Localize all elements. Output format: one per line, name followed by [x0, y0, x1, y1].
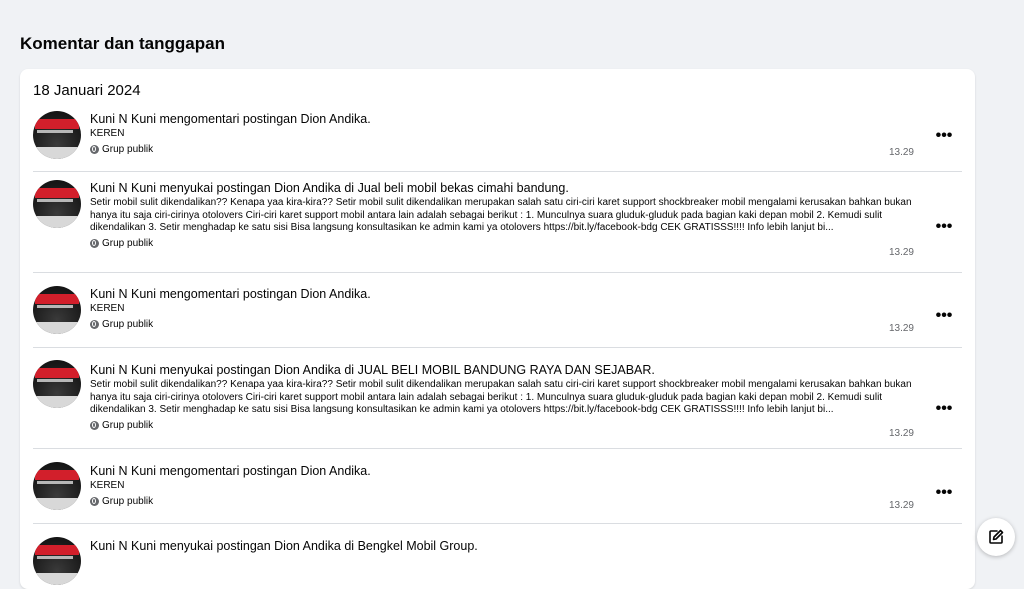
- post-author-name[interactable]: Dion Andika: [301, 112, 368, 126]
- activity-content: Kuni N Kuni menyukai postingan Dion Andi…: [90, 538, 914, 554]
- group-name[interactable]: Bengkel Mobil Group: [358, 539, 475, 553]
- activity-headline: Kuni N Kuni mengomentari postingan Dion …: [90, 286, 914, 302]
- post-author-name[interactable]: Dion Andika: [274, 181, 341, 195]
- actor-name[interactable]: Kuni N Kuni: [90, 287, 156, 301]
- post-author-name[interactable]: Dion Andika: [274, 363, 341, 377]
- activity-headline: Kuni N Kuni menyukai postingan Dion Andi…: [90, 362, 914, 378]
- activity-end: .: [651, 363, 655, 377]
- more-options-icon[interactable]: •••: [934, 485, 954, 501]
- privacy-label: Grup publik: [90, 238, 914, 249]
- activity-connector: di: [340, 539, 358, 553]
- activity-action: menyukai postingan: [156, 363, 275, 377]
- activity-headline: Kuni N Kuni mengomentari postingan Dion …: [90, 463, 914, 479]
- globe-icon: [90, 497, 99, 506]
- more-options-icon[interactable]: •••: [934, 128, 954, 144]
- activity-time: 13.29: [888, 500, 914, 511]
- activity-action: mengomentari postingan: [156, 287, 301, 301]
- activity-time: 13.29: [888, 323, 914, 334]
- activity-end: .: [565, 181, 569, 195]
- activity-action: mengomentari postingan: [156, 112, 301, 126]
- activity-end: .: [367, 112, 371, 126]
- activity-headline: Kuni N Kuni menyukai postingan Dion Andi…: [90, 538, 914, 554]
- post-author-name[interactable]: Dion Andika: [301, 464, 368, 478]
- globe-icon: [90, 238, 99, 248]
- activity-action: menyukai postingan: [156, 539, 275, 553]
- activity-time: 13.29: [888, 147, 914, 158]
- activity-content: Kuni N Kuni mengomentari postingan Dion …: [90, 286, 914, 330]
- activity-item[interactable]: Kuni N Kuni menyukai postingan Dion Andi…: [33, 172, 962, 273]
- comment-text: KEREN: [90, 480, 125, 491]
- actor-name[interactable]: Kuni N Kuni: [90, 539, 156, 553]
- privacy-label: Grup publik: [90, 496, 914, 507]
- privacy-text: Grup publik: [102, 144, 154, 155]
- privacy-text: Grup publik: [102, 319, 154, 330]
- globe-icon: [90, 145, 99, 154]
- post-thumbnail[interactable]: [33, 111, 81, 159]
- edit-icon[interactable]: [977, 518, 1015, 556]
- post-excerpt: Setir mobil sulit dikendalikan?? Kenapa …: [90, 197, 912, 233]
- activity-content: Kuni N Kuni menyukai postingan Dion Andi…: [90, 362, 914, 431]
- post-thumbnail[interactable]: [33, 286, 81, 334]
- activity-headline: Kuni N Kuni menyukai postingan Dion Andi…: [90, 180, 914, 196]
- actor-name[interactable]: Kuni N Kuni: [90, 112, 156, 126]
- privacy-label: Grup publik: [90, 144, 914, 155]
- privacy-label: Grup publik: [90, 420, 914, 431]
- comment-text: KEREN: [90, 128, 125, 139]
- activity-item[interactable]: Kuni N Kuni menyukai postingan Dion Andi…: [33, 524, 962, 589]
- post-thumbnail[interactable]: [33, 462, 81, 510]
- activity-content: Kuni N Kuni menyukai postingan Dion Andi…: [90, 180, 914, 249]
- activity-end: .: [367, 464, 371, 478]
- activity-card: 18 Januari 2024 Kuni N Kuni mengomentari…: [20, 69, 975, 589]
- actor-name[interactable]: Kuni N Kuni: [90, 363, 156, 377]
- privacy-text: Grup publik: [102, 419, 154, 431]
- privacy-text: Grup publik: [102, 496, 154, 507]
- post-excerpt: Setir mobil sulit dikendalikan?? Kenapa …: [90, 379, 912, 415]
- activity-item[interactable]: Kuni N Kuni mengomentari postingan Dion …: [33, 449, 962, 524]
- activity-headline: Kuni N Kuni mengomentari postingan Dion …: [90, 111, 914, 127]
- activity-connector: di: [340, 181, 358, 195]
- post-thumbnail[interactable]: [33, 360, 81, 408]
- activity-content: Kuni N Kuni mengomentari postingan Dion …: [90, 463, 914, 507]
- page-title: Komentar dan tanggapan: [20, 34, 225, 53]
- activity-end: .: [367, 287, 371, 301]
- post-author-name[interactable]: Dion Andika: [301, 287, 368, 301]
- comment-text: KEREN: [90, 303, 125, 314]
- activity-content: Kuni N Kuni mengomentari postingan Dion …: [90, 111, 914, 155]
- activity-item[interactable]: Kuni N Kuni mengomentari postingan Dion …: [33, 103, 962, 172]
- activity-item[interactable]: Kuni N Kuni mengomentari postingan Dion …: [33, 273, 962, 348]
- globe-icon: [90, 320, 99, 329]
- actor-name[interactable]: Kuni N Kuni: [90, 181, 156, 195]
- activity-time: 13.29: [888, 428, 914, 439]
- more-options-icon[interactable]: •••: [934, 308, 954, 324]
- group-name[interactable]: Jual beli mobil bekas cimahi bandung: [358, 181, 566, 195]
- group-name[interactable]: JUAL BELI MOBIL BANDUNG RAYA DAN SEJABAR: [358, 363, 652, 377]
- activity-action: mengomentari postingan: [156, 464, 301, 478]
- actor-name[interactable]: Kuni N Kuni: [90, 464, 156, 478]
- more-options-icon[interactable]: •••: [934, 401, 954, 417]
- privacy-label: Grup publik: [90, 319, 914, 330]
- more-options-icon[interactable]: •••: [934, 219, 954, 235]
- date-header: 18 Januari 2024: [33, 82, 141, 99]
- activity-item[interactable]: Kuni N Kuni menyukai postingan Dion Andi…: [33, 348, 962, 449]
- post-thumbnail[interactable]: [33, 537, 81, 585]
- activity-action: menyukai postingan: [156, 181, 275, 195]
- edit-icon-glyph: [989, 529, 1004, 544]
- activity-time: 13.29: [888, 247, 914, 258]
- post-author-name[interactable]: Dion Andika: [274, 539, 341, 553]
- privacy-text: Grup publik: [102, 237, 154, 249]
- activity-list: Kuni N Kuni mengomentari postingan Dion …: [33, 103, 962, 589]
- globe-icon: [90, 420, 99, 430]
- activity-connector: di: [340, 363, 358, 377]
- post-thumbnail[interactable]: [33, 180, 81, 228]
- activity-end: .: [474, 539, 478, 553]
